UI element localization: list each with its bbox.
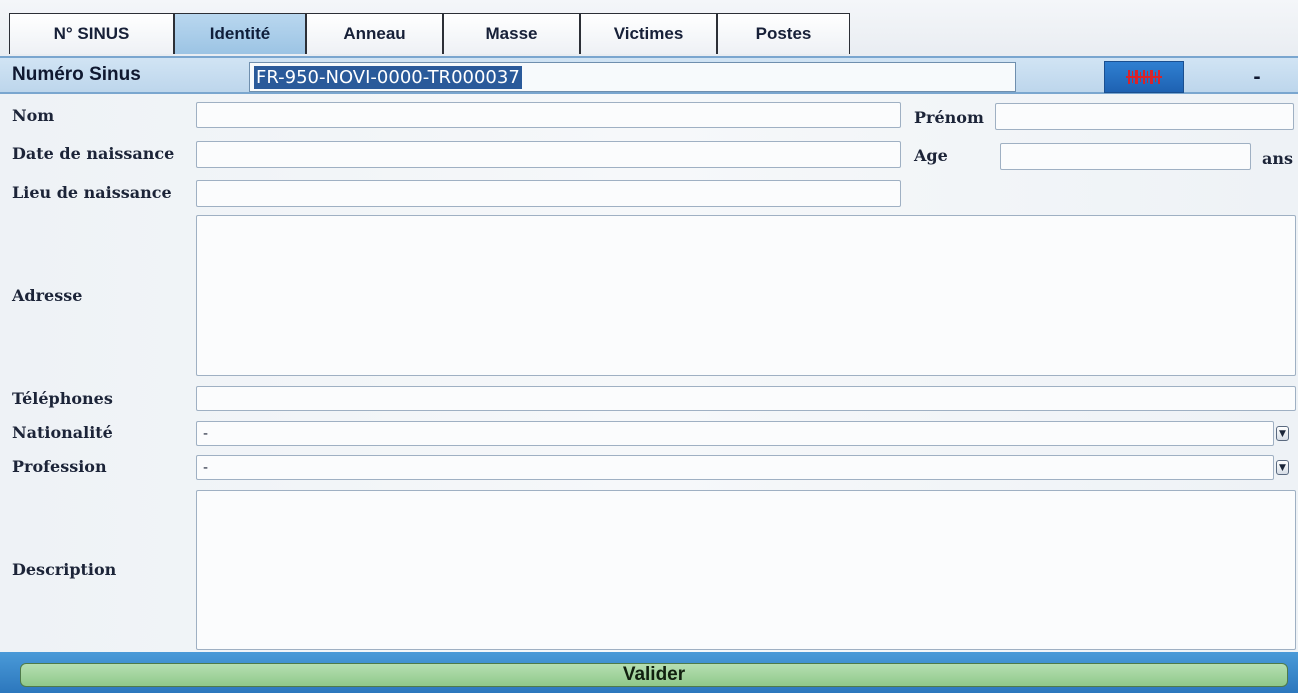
age-label: Age <box>914 145 948 165</box>
profession-label: Profession <box>12 456 107 476</box>
prenom-input[interactable] <box>995 103 1294 130</box>
sinus-number-label: Numéro Sinus <box>12 64 141 85</box>
profession-value: - <box>203 459 209 476</box>
date-de-naissance-input[interactable] <box>196 141 901 168</box>
chevron-down-icon[interactable]: ▼ <box>1276 460 1289 475</box>
sinus-number-input[interactable]: FR-950-NOVI-0000-TR000037 <box>249 62 1016 92</box>
adresse-label: Adresse <box>12 285 83 305</box>
tab-victimes[interactable]: Victimes <box>580 13 717 54</box>
date-de-naissance-label: Date de naissance <box>12 143 175 163</box>
tab-postes[interactable]: Postes <box>717 13 850 54</box>
tab-anneau[interactable]: Anneau <box>306 13 443 54</box>
lieu-de-naissance-input[interactable] <box>196 180 901 207</box>
valider-button[interactable]: Valider <box>20 663 1288 687</box>
sinus-number-value: FR-950-NOVI-0000-TR000037 <box>254 65 522 89</box>
nom-input[interactable] <box>196 102 901 128</box>
sinus-status-dash: - <box>1253 66 1261 88</box>
telephones-label: Téléphones <box>12 388 113 408</box>
lieu-de-naissance-label: Lieu de naissance <box>12 182 172 202</box>
profession-select[interactable]: - <box>196 455 1274 480</box>
nationalite-select[interactable]: - <box>196 421 1274 446</box>
age-input[interactable] <box>1000 143 1251 170</box>
barcode-icon <box>1126 70 1162 84</box>
nationalite-value: - <box>203 425 209 442</box>
scan-barcode-button[interactable] <box>1104 61 1184 93</box>
telephones-input[interactable] <box>196 386 1296 411</box>
nom-label: Nom <box>12 105 55 125</box>
description-label: Description <box>12 559 117 579</box>
adresse-textarea[interactable] <box>196 215 1296 376</box>
description-textarea[interactable] <box>196 490 1296 650</box>
tab-masse[interactable]: Masse <box>443 13 580 54</box>
chevron-down-icon[interactable]: ▼ <box>1276 426 1289 441</box>
prenom-label: Prénom <box>914 107 984 127</box>
tab-n-sinus[interactable]: N° SINUS <box>9 13 174 54</box>
nationalite-label: Nationalité <box>12 422 113 442</box>
tab-identite[interactable]: Identité <box>174 13 306 54</box>
age-unit-label: ans <box>1262 148 1294 168</box>
